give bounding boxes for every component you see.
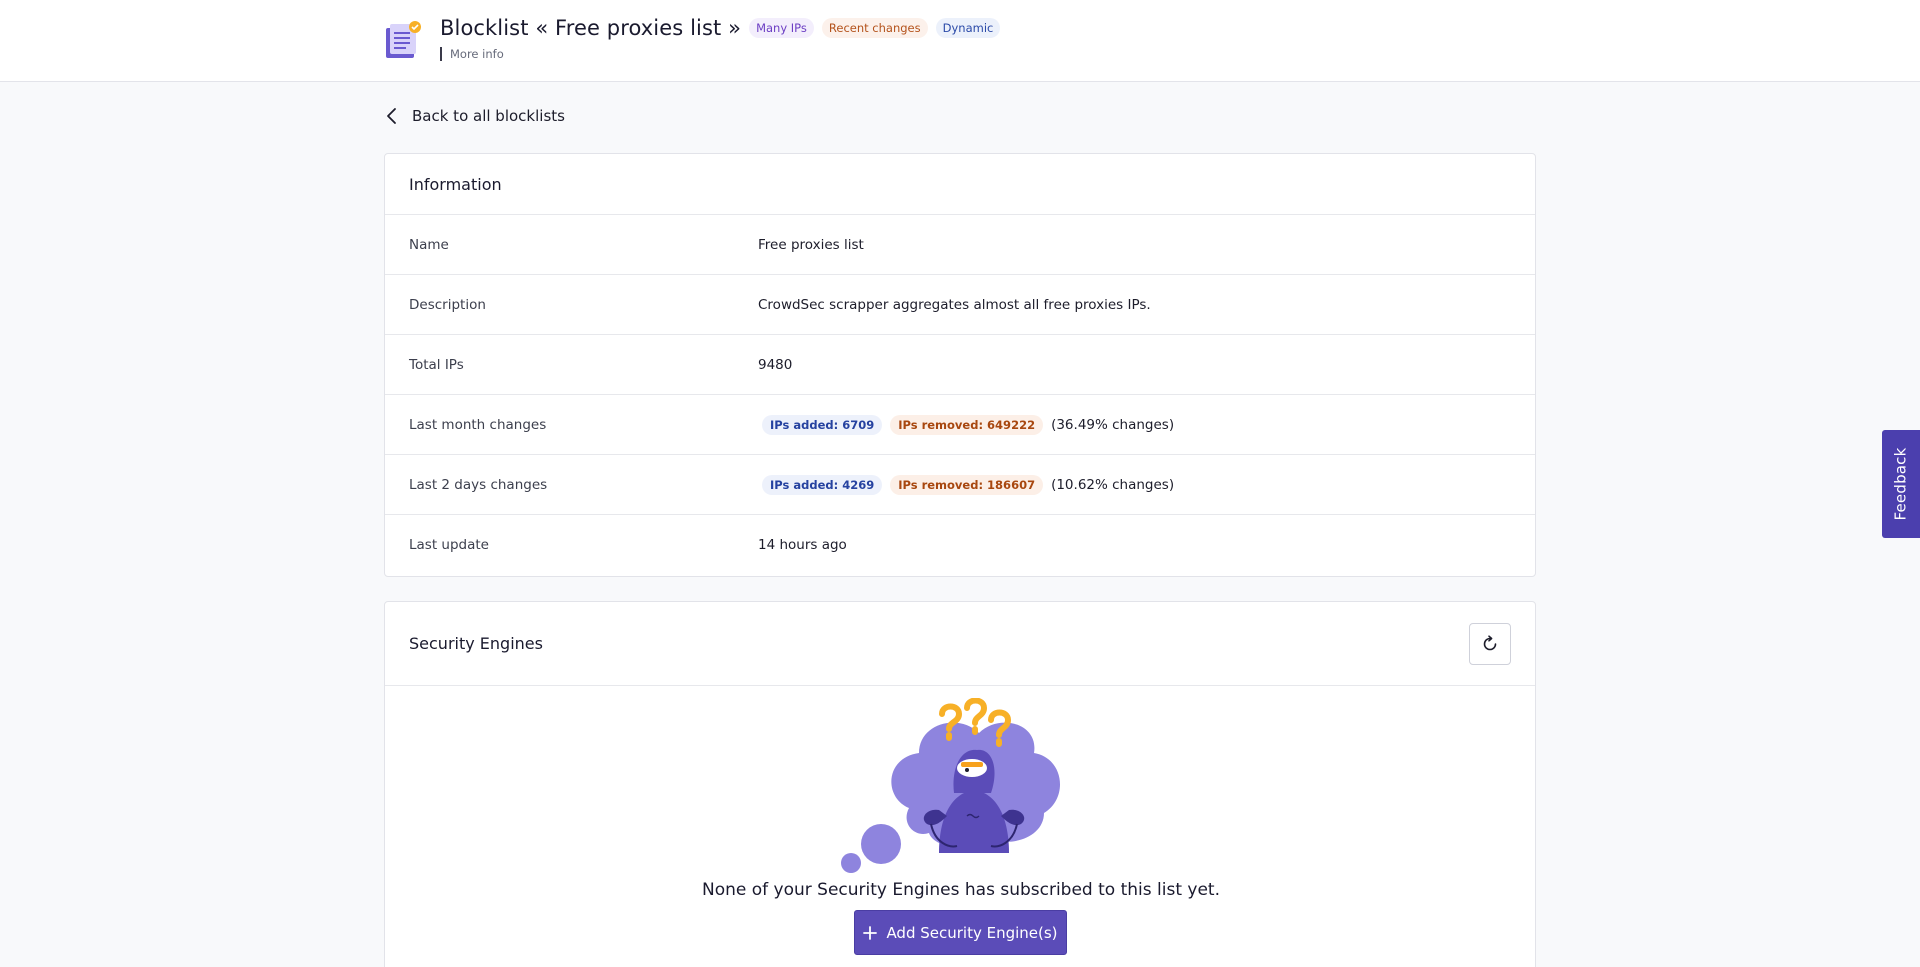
info-label-last-month: Last month changes [409,416,547,433]
more-info-divider [440,47,442,61]
info-value-last-2-days: IPs added: 4269 IPs removed: 186607 (10.… [758,474,1175,495]
feedback-tab[interactable]: Feedback [1882,430,1920,538]
add-security-engine-button[interactable]: Add Security Engine(s) [854,910,1067,955]
chevron-left-icon [387,108,396,124]
tag-dynamic: Dynamic [935,18,1001,38]
plus-icon [863,925,878,940]
info-label-description: Description [409,296,486,313]
info-value-name: Free proxies list [758,236,864,253]
info-value-description: CrowdSec scrapper aggregates almost all … [758,296,1151,313]
ips-removed-badge: IPs removed: 186607 [890,474,1044,495]
back-link-label: Back to all blocklists [412,107,565,125]
ips-removed-badge: IPs removed: 649222 [890,414,1044,435]
ips-added-badge: IPs added: 4269 [762,474,883,495]
info-label-name: Name [409,236,449,253]
tag-many-ips: Many IPs [749,18,814,38]
info-row-description: Description CrowdSec scrapper aggregates… [385,275,1535,335]
refresh-button[interactable] [1469,622,1511,665]
add-security-engine-label: Add Security Engine(s) [886,923,1058,942]
back-to-blocklists-link[interactable]: Back to all blocklists [384,106,565,126]
info-label-last-update: Last update [409,537,489,553]
changes-percent: (36.49% changes) [1051,416,1175,433]
blocklist-document-icon [386,21,421,58]
more-info-link[interactable]: More info [440,47,504,61]
tag-recent-changes: Recent changes [821,18,928,38]
info-value-last-month: IPs added: 6709 IPs removed: 649222 (36.… [758,414,1175,435]
feedback-label: Feedback [1892,447,1911,521]
page-title: Blocklist « Free proxies list » [440,16,742,40]
confused-mascot-illustration [841,698,1061,873]
info-value-total-ips: 9480 [758,356,793,373]
security-engines-title: Security Engines [409,634,543,653]
empty-state-message: None of your Security Engines has subscr… [701,880,1220,900]
security-engines-header: Security Engines [385,602,1535,686]
information-title: Information [385,154,1535,215]
info-row-total-ips: Total IPs 9480 [385,335,1535,395]
information-card: Information Name Free proxies list Descr… [384,153,1536,577]
info-row-last-2-days: Last 2 days changes IPs added: 4269 IPs … [385,455,1535,515]
info-label-last-2-days: Last 2 days changes [409,476,548,493]
page-header: Blocklist « Free proxies list » Many IPs… [0,0,1920,82]
info-row-last-update: Last update 14 hours ago [385,515,1535,575]
refresh-icon [1483,634,1497,650]
more-info-label: More info [450,47,504,61]
info-value-last-update: 14 hours ago [758,537,847,553]
info-row-name: Name Free proxies list [385,215,1535,275]
security-engines-card: Security Engines None of your Security E… [384,601,1536,967]
changes-percent: (10.62% changes) [1051,476,1175,493]
info-label-total-ips: Total IPs [409,356,464,373]
ips-added-badge: IPs added: 6709 [762,414,883,435]
info-row-last-month: Last month changes IPs added: 6709 IPs r… [385,395,1535,455]
